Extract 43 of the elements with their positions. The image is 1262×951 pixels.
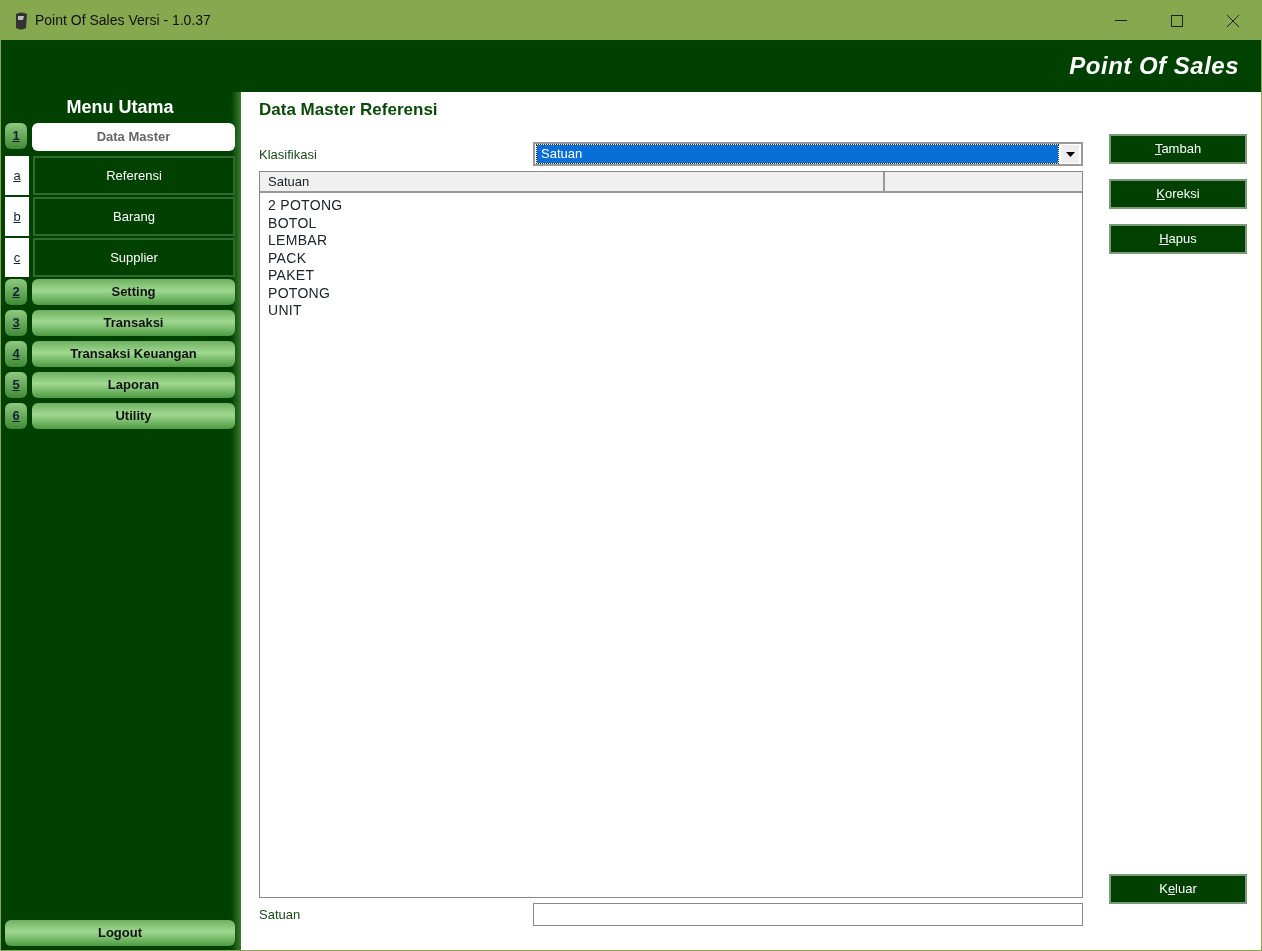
sidebar-title: Menu Utama xyxy=(65,96,175,119)
app-icon xyxy=(13,10,29,31)
maximize-icon xyxy=(1171,14,1183,27)
submenu-item[interactable]: Supplier xyxy=(33,238,235,277)
menu-item[interactable]: Data Master xyxy=(32,123,235,151)
list-row[interactable]: 2 POTONG xyxy=(260,197,1082,215)
submenu-shortcut-key: a xyxy=(5,156,29,195)
menu-item[interactable]: Utility xyxy=(32,403,235,429)
window-title: Point Of Sales Versi - 1.0.37 xyxy=(35,11,211,30)
page-title: Data Master Referensi xyxy=(259,100,439,121)
menu-item[interactable]: Setting xyxy=(32,279,235,305)
submenu-shortcut-key: b xyxy=(5,197,29,236)
menu-shortcut-key: 1 xyxy=(5,123,27,149)
list-row[interactable]: BOTOL xyxy=(260,214,1082,233)
dropdown-caret-icon xyxy=(1065,151,1075,157)
input-field[interactable] xyxy=(533,903,1083,926)
field-label: Klasifikasi xyxy=(259,145,318,164)
action-button[interactable]: Tambah xyxy=(1109,134,1247,164)
submenu-item[interactable]: Barang xyxy=(33,197,235,236)
action-button[interactable]: Koreksi xyxy=(1109,179,1247,209)
list-row[interactable]: UNIT xyxy=(260,302,1082,320)
exit-button[interactable]: Keluar xyxy=(1109,874,1247,904)
list-row[interactable]: PACK xyxy=(260,249,1082,268)
menu-item[interactable]: Transaksi Keuangan xyxy=(32,341,235,367)
submenu-item[interactable]: Referensi xyxy=(33,156,235,195)
app-banner-title: Point Of Sales xyxy=(1069,51,1239,81)
list-row[interactable]: PAKET xyxy=(260,267,1082,285)
action-button[interactable]: Hapus xyxy=(1109,224,1247,254)
submenu-shortcut-key: c xyxy=(5,238,29,277)
field-label: Satuan xyxy=(259,905,302,924)
classification-dropdown[interactable]: Satuan xyxy=(533,142,1083,167)
menu-shortcut-key: 3 xyxy=(5,310,27,336)
menu-item[interactable]: Laporan xyxy=(32,372,235,398)
close-icon xyxy=(1227,14,1239,27)
minimize-icon xyxy=(1115,19,1127,22)
menu-shortcut-key: 6 xyxy=(5,403,27,429)
list-row[interactable]: LEMBAR xyxy=(260,232,1082,250)
menu-shortcut-key: 2 xyxy=(5,279,27,305)
list-row[interactable]: POTONG xyxy=(260,284,1082,303)
logout-button[interactable]: Logout xyxy=(5,920,235,946)
menu-shortcut-key: 4 xyxy=(5,341,27,367)
menu-shortcut-key: 5 xyxy=(5,372,27,398)
menu-item[interactable]: Transaksi xyxy=(32,310,235,336)
